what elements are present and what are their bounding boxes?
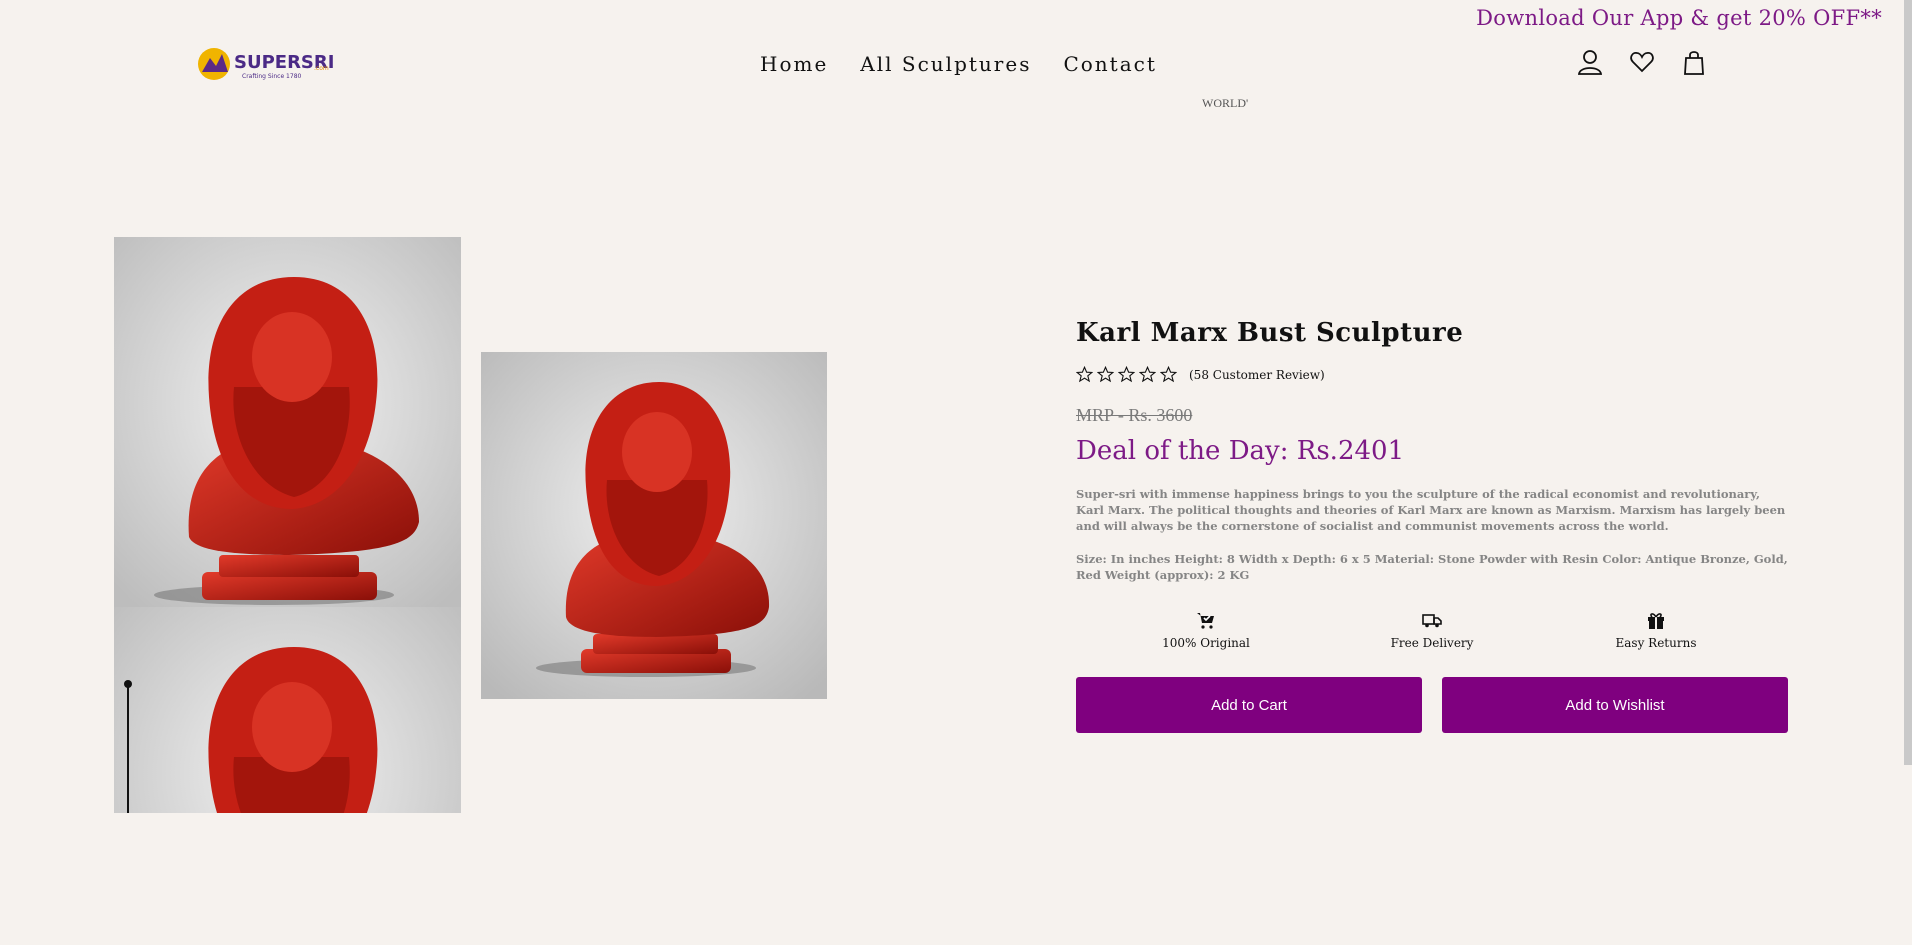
svg-text:Crafting Since 1780: Crafting Since 1780 xyxy=(242,73,302,80)
feature-original: 100% Original xyxy=(1126,610,1286,650)
star-icon[interactable] xyxy=(1139,366,1156,383)
supersri-logo[interactable]: SUPERSRI .com Crafting Since 1780 xyxy=(196,44,336,86)
product-main-image[interactable] xyxy=(481,352,827,699)
specs-text: Size: In inches Height: 8 Width x Depth:… xyxy=(1076,552,1788,582)
header-icons xyxy=(1576,48,1708,76)
bag-icon[interactable] xyxy=(1680,48,1708,76)
feature-label: Free Delivery xyxy=(1390,636,1474,650)
truck-icon xyxy=(1422,614,1442,628)
marquee-text: WORLD' xyxy=(1202,96,1249,110)
add-to-cart-button[interactable]: Add to Cart xyxy=(1076,677,1422,733)
feature-label: 100% Original xyxy=(1162,636,1250,650)
nav-home[interactable]: Home xyxy=(760,52,828,76)
product-description: Super-sri with immense happiness brings … xyxy=(1076,486,1788,583)
product-rating[interactable]: (58 Customer Review) xyxy=(1076,366,1788,383)
mrp-price: MRP - Rs. 3600 xyxy=(1076,405,1193,425)
star-icon[interactable] xyxy=(1097,366,1114,383)
main-nav: Home All Sculptures Contact xyxy=(760,52,1157,76)
gift-icon xyxy=(1648,613,1664,629)
heart-icon[interactable] xyxy=(1628,48,1656,76)
feature-easy-returns: Easy Returns xyxy=(1576,610,1736,650)
thumbnail-scroll-handle[interactable] xyxy=(124,680,132,688)
svg-text:.com: .com xyxy=(314,65,329,72)
product-image-thumbnail-2[interactable] xyxy=(114,607,461,813)
page-scrollbar[interactable] xyxy=(1904,0,1912,765)
star-icon[interactable] xyxy=(1076,366,1093,383)
add-to-wishlist-button[interactable]: Add to Wishlist xyxy=(1442,677,1788,733)
feature-list: 100% Original Free Delivery Easy Returns xyxy=(1076,610,1788,660)
product-image-thumbnail-1[interactable] xyxy=(114,237,461,607)
user-icon[interactable] xyxy=(1576,48,1604,76)
star-icon[interactable] xyxy=(1160,366,1177,383)
cart-check-icon xyxy=(1197,613,1214,629)
product-thumbnail-column[interactable] xyxy=(114,237,461,813)
feature-label: Easy Returns xyxy=(1615,636,1697,650)
promo-banner[interactable]: Download Our App & get 20% OFF** xyxy=(1476,6,1882,30)
review-count[interactable]: (58 Customer Review) xyxy=(1189,368,1325,382)
nav-contact[interactable]: Contact xyxy=(1063,52,1156,76)
product-title: Karl Marx Bust Sculpture xyxy=(1076,318,1464,348)
description-text: Super-sri with immense happiness brings … xyxy=(1076,487,1786,533)
feature-free-delivery: Free Delivery xyxy=(1352,610,1512,650)
product-info: Karl Marx Bust Sculpture (58 Customer Re… xyxy=(1076,318,1788,733)
deal-price: Deal of the Day: Rs.2401 xyxy=(1076,436,1405,466)
thumbnail-scroll-indicator[interactable] xyxy=(127,684,129,813)
star-icon[interactable] xyxy=(1118,366,1135,383)
nav-all-sculptures[interactable]: All Sculptures xyxy=(860,52,1031,76)
